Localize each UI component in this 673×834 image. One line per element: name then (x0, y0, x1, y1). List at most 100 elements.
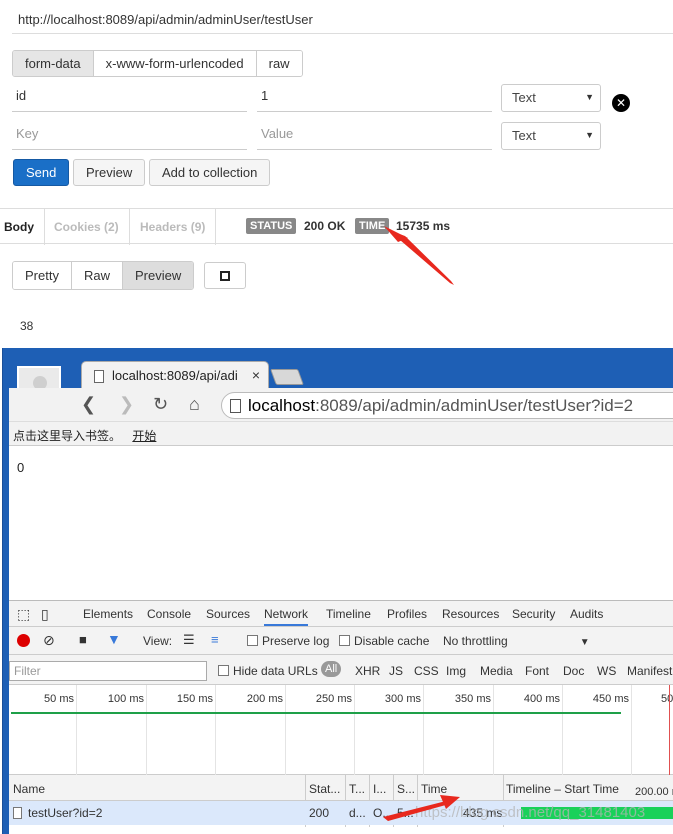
page-icon (94, 370, 104, 383)
browser-tab[interactable]: localhost:8089/api/adi × (81, 361, 269, 389)
network-overview[interactable]: 50 ms 100 ms 150 ms 200 ms 250 ms 300 ms… (9, 685, 673, 775)
ruler-gridline (423, 685, 424, 775)
home-icon[interactable]: ⌂ (189, 394, 200, 415)
tab-pretty[interactable]: Pretty (13, 262, 72, 289)
preview-button[interactable]: Preview (73, 159, 146, 186)
body-type-tabs: form-data x-www-form-urlencoded raw (12, 50, 303, 77)
load-event-marker (669, 685, 670, 775)
param-key-input[interactable]: id (12, 84, 247, 112)
throttling-select[interactable]: No throttling ▼ (443, 634, 590, 648)
tab-cookies[interactable]: Cookies (2) (50, 209, 130, 245)
record-icon[interactable] (17, 634, 30, 647)
request-url-input[interactable]: http://localhost:8089/api/admin/adminUse… (12, 6, 673, 34)
address-host: localhost (248, 396, 316, 415)
inspect-icon[interactable]: ⬚ (17, 606, 30, 623)
tab-raw[interactable]: raw (256, 51, 302, 76)
hide-data-urls-checkbox[interactable]: Hide data URLs (218, 664, 318, 678)
type-filter-all[interactable]: All (321, 661, 342, 677)
tab-network[interactable]: Network (264, 607, 309, 626)
ruler-tick: 50 ms (44, 693, 74, 705)
param-value-input[interactable]: 1 (257, 84, 492, 112)
overview-icon[interactable]: ≡ (211, 632, 219, 647)
type-filter-xhr[interactable]: XHR (355, 664, 380, 678)
request-name[interactable]: testUser?id=2 (13, 806, 102, 820)
request-name-text: testUser?id=2 (28, 806, 103, 820)
list-view-icon[interactable]: ☰ (183, 632, 195, 648)
request-status: 200 (309, 806, 330, 820)
new-tab-button[interactable] (270, 369, 304, 385)
type-filter-font[interactable]: Font (525, 664, 549, 678)
disable-cache-checkbox[interactable]: Disable cache (339, 634, 429, 648)
remove-param-icon[interactable]: ✕ (612, 94, 630, 112)
ruler-tick: 200 ms (246, 693, 283, 705)
reload-icon[interactable]: ↻ (153, 394, 168, 415)
browser-tab-title: localhost:8089/api/adi (112, 368, 238, 383)
ruler-tick: 50 (661, 693, 673, 705)
page-icon (230, 399, 241, 413)
ruler-tick: 100 ms (107, 693, 144, 705)
preserve-log-label: Preserve log (262, 634, 330, 648)
filter-bar: Filter Hide data URLs All XHR JS CSS Img… (9, 655, 673, 685)
ruler-tick: 400 ms (523, 693, 560, 705)
new-key-input[interactable]: Key (12, 122, 247, 150)
add-to-collection-button[interactable]: Add to collection (149, 159, 271, 186)
tab-audits[interactable]: Audits (570, 607, 603, 621)
column-header-time[interactable]: Time (421, 782, 447, 796)
chevron-down-icon: ▼ (579, 637, 590, 648)
send-button[interactable]: Send (13, 159, 70, 186)
type-filter-css[interactable]: CSS (414, 664, 439, 678)
time-value: 15735 ms (396, 219, 451, 233)
column-header-type[interactable]: T... (349, 782, 369, 796)
tab-preview[interactable]: Preview (122, 262, 194, 289)
type-filter-doc[interactable]: Doc (563, 664, 584, 678)
column-header-timeline[interactable]: Timeline – Start Time (506, 782, 619, 796)
column-header-size[interactable]: S... (397, 782, 417, 796)
new-value-input[interactable]: Value (257, 122, 492, 150)
tab-elements[interactable]: Elements (83, 607, 133, 621)
address-bar[interactable]: localhost:8089/api/admin/adminUser/testU… (221, 392, 673, 419)
ruler-gridline (215, 685, 216, 775)
type-filter-ws[interactable]: WS (597, 664, 616, 678)
ruler-gridline (562, 685, 563, 775)
tab-resources[interactable]: Resources (442, 607, 499, 621)
tab-security[interactable]: Security (512, 607, 555, 621)
filter-icon[interactable]: ▼ (107, 631, 121, 647)
ruler-gridline (146, 685, 147, 775)
status-value: 200 OK (304, 219, 346, 233)
tab-x-www-form-urlencoded[interactable]: x-www-form-urlencoded (93, 51, 257, 76)
column-header-name[interactable]: Name (13, 782, 45, 796)
type-filter-manifest[interactable]: Manifest (627, 664, 672, 678)
tab-form-data[interactable]: form-data (13, 51, 94, 76)
column-header-status[interactable]: Stat... (309, 782, 343, 796)
type-filter-img[interactable]: Img (446, 664, 466, 678)
tab-body[interactable]: Body (0, 209, 45, 245)
type-filter-media[interactable]: Media (480, 664, 513, 678)
tab-raw-view[interactable]: Raw (71, 262, 123, 289)
device-icon[interactable]: ▯ (41, 606, 49, 623)
param-type-select[interactable]: Text ▼ (501, 84, 601, 112)
tab-sources[interactable]: Sources (206, 607, 250, 621)
tab-profiles[interactable]: Profiles (387, 607, 427, 621)
preserve-log-checkbox[interactable]: Preserve log (247, 634, 329, 648)
tab-timeline[interactable]: Timeline (326, 607, 371, 621)
column-header-initiator[interactable]: I... (373, 782, 393, 796)
chrome-window: localhost:8089/api/adi × ❮ ❯ ↻ ⌂ localho… (2, 348, 673, 834)
tab-console[interactable]: Console (147, 607, 191, 621)
bookmarks-start-link[interactable]: 开始 (132, 429, 156, 443)
capture-screenshots-icon[interactable]: ■ (79, 632, 87, 647)
back-icon[interactable]: ❮ (81, 394, 96, 415)
fullscreen-button[interactable] (204, 262, 246, 289)
filter-input[interactable]: Filter (9, 661, 207, 681)
request-type: d... (349, 806, 366, 820)
clear-icon[interactable]: ⊘ (43, 632, 55, 649)
ruler-tick: 300 ms (384, 693, 421, 705)
forward-icon[interactable]: ❯ (119, 394, 134, 415)
new-param-type-select[interactable]: Text ▼ (501, 122, 601, 150)
disable-cache-label: Disable cache (354, 634, 430, 648)
document-icon (13, 807, 22, 819)
ruler-gridline (354, 685, 355, 775)
checkbox-icon (339, 635, 350, 646)
type-filter-js[interactable]: JS (389, 664, 403, 678)
close-icon[interactable]: × (252, 367, 260, 383)
tab-headers[interactable]: Headers (9) (136, 209, 217, 245)
